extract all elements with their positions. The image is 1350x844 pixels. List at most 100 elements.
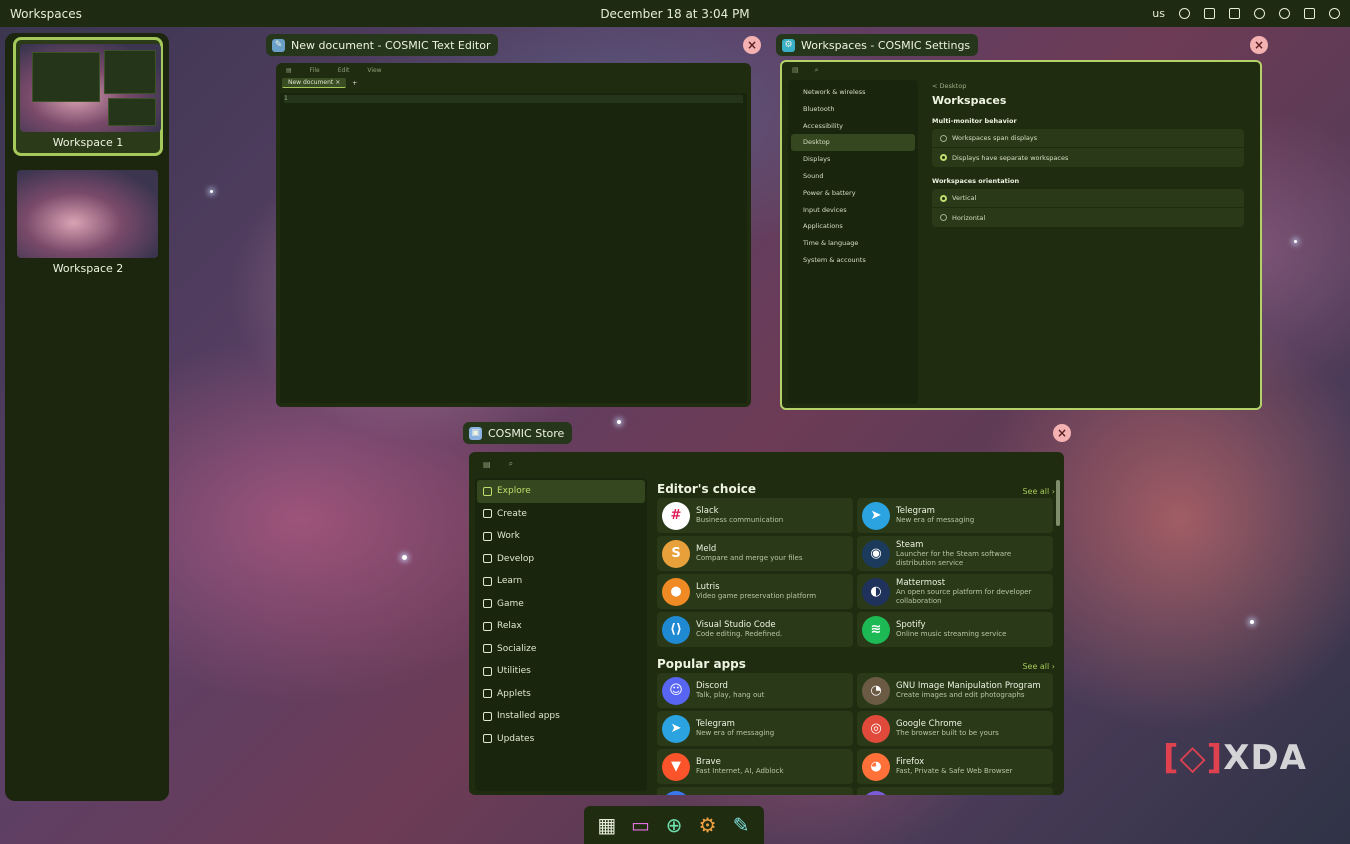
- sidebar-item-power[interactable]: Power & battery: [791, 185, 915, 202]
- new-tab-button[interactable]: +: [352, 80, 357, 87]
- option-separate-workspaces[interactable]: Displays have separate workspaces: [932, 148, 1244, 167]
- app-card[interactable]: ◆Obsidian: [857, 787, 1053, 795]
- sidebar-item-game[interactable]: Game: [477, 593, 645, 616]
- app-card[interactable]: ◐ Mattermost An open source platform for d…: [857, 574, 1053, 609]
- workspace-1[interactable]: Workspace 1: [13, 37, 163, 156]
- sidebar-item-develop[interactable]: Develop: [477, 548, 645, 571]
- volume-icon[interactable]: [1229, 8, 1240, 19]
- notifications-icon[interactable]: [1304, 8, 1315, 19]
- sidebar-item-label: Develop: [497, 553, 535, 564]
- app-card[interactable]: ◎ Google Chrome The browser built to be yo…: [857, 711, 1053, 746]
- sidebar-item-applets[interactable]: Applets: [477, 683, 645, 706]
- gamepad-icon: [483, 599, 492, 609]
- scrollbar[interactable]: [1056, 480, 1060, 526]
- sidebar-item-desktop[interactable]: Desktop: [791, 134, 915, 152]
- app-card[interactable]: # Slack Business communication: [657, 498, 853, 533]
- close-icon[interactable]: ×: [743, 36, 761, 54]
- sidebar-item-updates[interactable]: Updates: [477, 728, 645, 751]
- sidebar-item-installed[interactable]: Installed apps: [477, 705, 645, 728]
- app-card[interactable]: ≋ Spotify Online music streaming service: [857, 612, 1053, 647]
- app-logo-icon: ◔: [862, 676, 890, 705]
- app-card[interactable]: ➤ Telegram New era of messaging: [857, 498, 1053, 533]
- sidebar-item-work[interactable]: Work: [477, 525, 645, 548]
- tab-close-icon[interactable]: ×: [335, 79, 340, 86]
- breadcrumb[interactable]: < Desktop: [932, 82, 1244, 90]
- accessibility-icon[interactable]: [1179, 8, 1190, 19]
- sidebar-item-sound[interactable]: Sound: [791, 168, 915, 185]
- wifi-icon[interactable]: [1279, 8, 1290, 19]
- store-sidebar: Explore Create Work Develop Learn Game R…: [475, 478, 647, 791]
- radio-button[interactable]: [940, 194, 947, 202]
- app-description: Business communication: [696, 516, 784, 524]
- settings-headerbar: ▤ ⌕: [782, 62, 1260, 78]
- sidebar-item-utilities[interactable]: Utilities: [477, 660, 645, 683]
- sidebar-item-socialize[interactable]: Socialize: [477, 638, 645, 661]
- sidebar-item-learn[interactable]: Learn: [477, 570, 645, 593]
- workspace-2[interactable]: Workspace 2: [13, 166, 163, 279]
- text-editor-window[interactable]: ▤ File Edit View New document × + 1: [276, 63, 751, 407]
- bluetooth-icon[interactable]: [1254, 8, 1265, 19]
- app-card[interactable]: ◌Signal Desktop: [657, 787, 853, 795]
- settings-window-header[interactable]: ⚙ Workspaces - COSMIC Settings: [776, 34, 979, 56]
- sidebar-toggle-icon[interactable]: ▤: [286, 67, 292, 74]
- editor-text-area[interactable]: 1: [280, 93, 747, 403]
- option-horizontal[interactable]: Horizontal: [932, 208, 1244, 227]
- sidebar-item-time[interactable]: Time & language: [791, 235, 915, 252]
- sidebar-item-relax[interactable]: Relax: [477, 615, 645, 638]
- sidebar-item-applications[interactable]: Applications: [791, 218, 915, 235]
- sidebar-item-accessibility[interactable]: Accessibility: [791, 118, 915, 135]
- see-all-link[interactable]: See all ›: [1022, 487, 1055, 496]
- text-editor-menubar: ▤ File Edit View: [276, 63, 751, 77]
- keyboard-layout[interactable]: us: [1152, 7, 1165, 20]
- close-icon[interactable]: ×: [1250, 36, 1268, 54]
- settings-window[interactable]: ▤ ⌕ Network & wireless Bluetooth Accessi…: [780, 60, 1262, 410]
- clock[interactable]: December 18 at 3:04 PM: [0, 7, 1350, 21]
- store-window[interactable]: ▤ ⌕ Explore Create Work Develop Learn Ga…: [469, 452, 1064, 795]
- option-span-displays[interactable]: Workspaces span displays: [932, 129, 1244, 148]
- search-icon[interactable]: ⌕: [509, 459, 513, 469]
- menu-view[interactable]: View: [367, 67, 381, 74]
- text-editor-icon[interactable]: ✎: [729, 813, 753, 837]
- option-vertical[interactable]: Vertical: [932, 189, 1244, 208]
- app-card[interactable]: ☺ Discord Talk, play, hang out: [657, 673, 853, 708]
- display-icon[interactable]: [1204, 8, 1215, 19]
- settings-icon[interactable]: ⚙: [696, 813, 720, 837]
- tab-new-document[interactable]: New document ×: [282, 78, 347, 88]
- app-card[interactable]: ▼ Brave Fast Internet, AI, Adblock: [657, 749, 853, 784]
- radio-button[interactable]: [940, 214, 947, 221]
- sidebar-item-label: Socialize: [497, 643, 537, 654]
- see-all-link[interactable]: See all ›: [1022, 662, 1055, 671]
- app-grid-icon[interactable]: ▦: [595, 813, 619, 837]
- sidebar-item-displays[interactable]: Displays: [791, 151, 915, 168]
- app-card[interactable]: ◉ Steam Launcher for the Steam software di…: [857, 536, 1053, 571]
- app-card[interactable]: ➤ Telegram New era of messaging: [657, 711, 853, 746]
- store-window-header[interactable]: ▣ COSMIC Store: [463, 422, 573, 444]
- menu-edit[interactable]: Edit: [338, 67, 350, 74]
- sidebar-item-create[interactable]: Create: [477, 503, 645, 526]
- sidebar-item-network[interactable]: Network & wireless: [791, 84, 915, 101]
- app-name: Telegram: [896, 506, 935, 516]
- radio-button[interactable]: [940, 134, 947, 142]
- dock: ▦ ▭ ⊕ ⚙ ✎: [584, 806, 764, 844]
- close-icon[interactable]: ×: [1053, 424, 1071, 442]
- search-icon[interactable]: ⌕: [815, 66, 819, 75]
- app-card[interactable]: ◔ GNU Image Manipulation Program Create im…: [857, 673, 1053, 708]
- workspace-label: Workspace 2: [52, 262, 124, 275]
- sidebar-item-system[interactable]: System & accounts: [791, 252, 915, 269]
- store-icon[interactable]: ⊕: [662, 813, 686, 837]
- sidebar-toggle-icon[interactable]: ▤: [483, 460, 491, 469]
- workspaces-panel: Workspace 1 Workspace 2: [5, 33, 169, 801]
- app-card[interactable]: ◕ Firefox Fast, Private & Safe Web Browser: [857, 749, 1053, 784]
- text-editor-window-header[interactable]: ✎ New document - COSMIC Text Editor: [266, 34, 499, 56]
- menu-file[interactable]: File: [310, 67, 320, 74]
- sidebar-item-input[interactable]: Input devices: [791, 202, 915, 219]
- sidebar-item-bluetooth[interactable]: Bluetooth: [791, 101, 915, 118]
- sidebar-item-explore[interactable]: Explore: [477, 480, 645, 503]
- sidebar-toggle-icon[interactable]: ▤: [792, 66, 799, 74]
- app-card[interactable]: S Meld Compare and merge your files: [657, 536, 853, 571]
- app-card[interactable]: ⟨⟩ Visual Studio Code Code editing. Redefi…: [657, 612, 853, 647]
- files-icon[interactable]: ▭: [628, 813, 652, 837]
- app-card[interactable]: ● Lutris Video game preservation platform: [657, 574, 853, 609]
- radio-button[interactable]: [940, 154, 947, 161]
- power-icon[interactable]: [1329, 8, 1340, 19]
